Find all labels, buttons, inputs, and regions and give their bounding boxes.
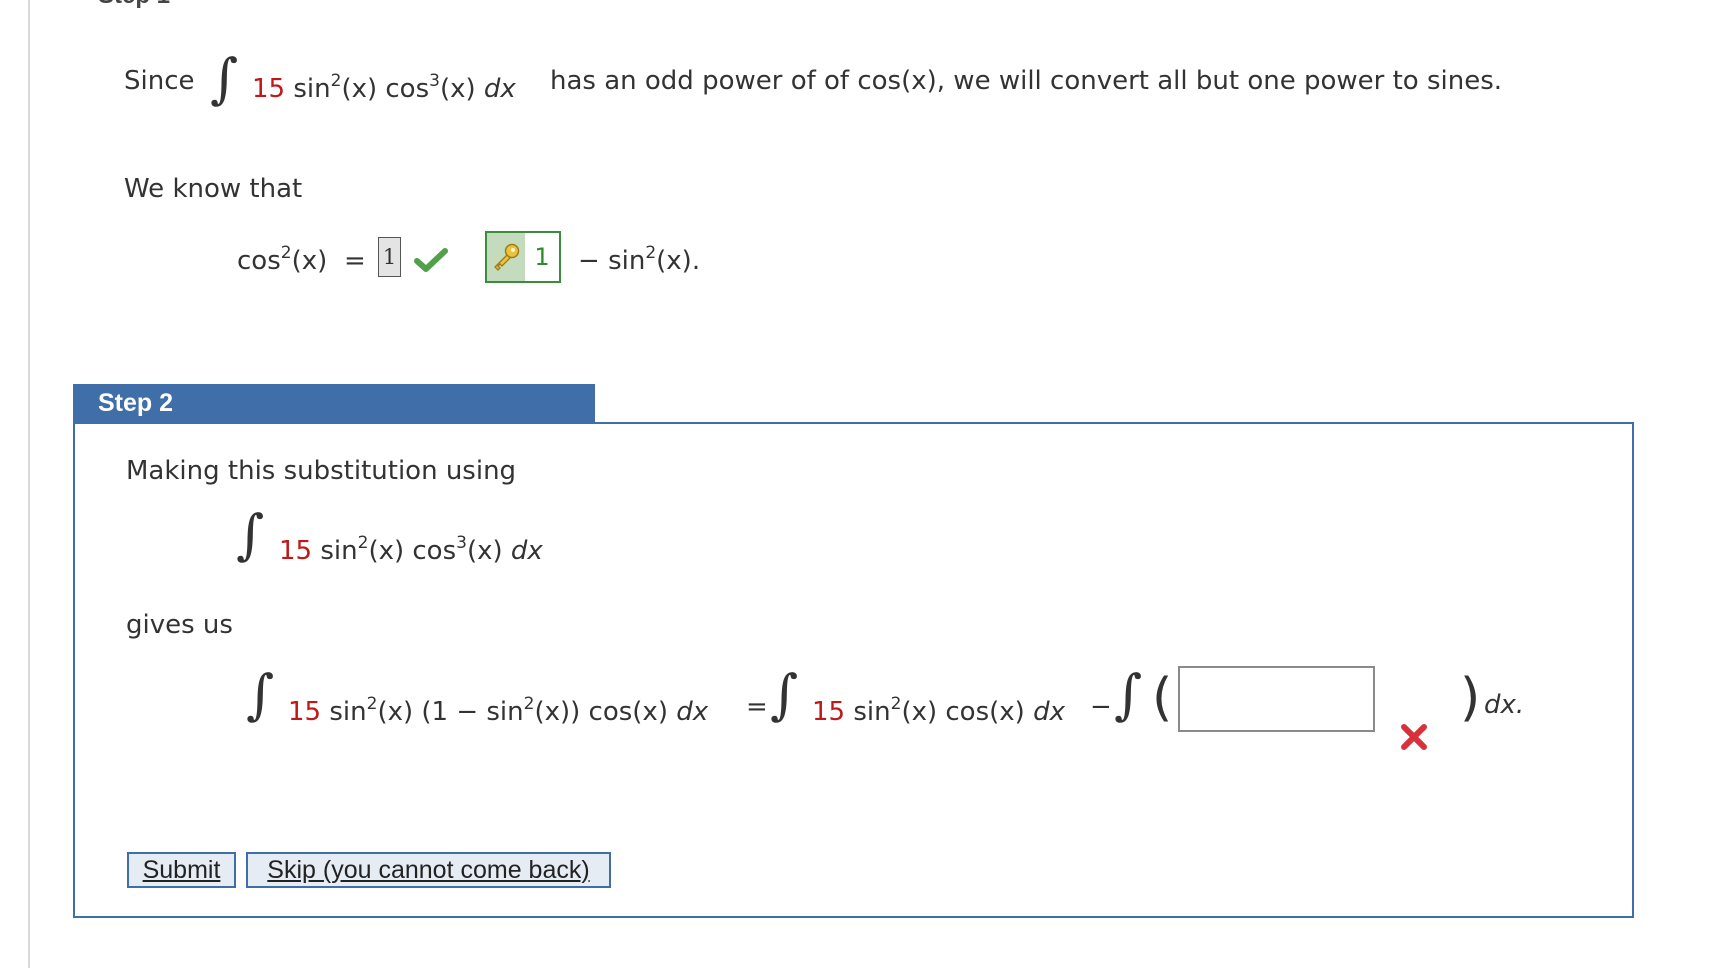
step2-panel: [73, 422, 1634, 918]
integral-sign: ∫: [236, 503, 265, 566]
equation-lhs: 15 sin2(x) (1 − sin2(x)) cos(x) dx: [288, 694, 709, 728]
gives-us-label: gives us: [126, 610, 233, 640]
correct-answer-key-box: 1: [485, 231, 561, 283]
integral-sign: ∫: [1114, 663, 1143, 726]
step1-integral-expression: 15 sin2(x) cos3(x) dx: [252, 71, 516, 105]
equation-middle: 15 sin2(x) cos(x) dx: [812, 694, 1065, 728]
integral-sign: ∫: [770, 663, 799, 726]
step2-integral-expression: 15 sin2(x) cos3(x) dx: [279, 533, 543, 567]
identity-equals: =: [344, 246, 366, 276]
step2-title: Step 2: [98, 389, 174, 417]
integral-sign: ∫: [210, 47, 239, 110]
integral-sign: ∫: [246, 663, 275, 726]
identity-rhs: − sin2(x).: [578, 243, 701, 277]
left-margin-rule: [28, 0, 30, 968]
close-paren: ): [1460, 668, 1481, 728]
x-mark-icon: [1400, 723, 1428, 755]
key-answer-value: 1: [534, 243, 550, 271]
step1-title: Step 1: [98, 0, 170, 10]
skip-button[interactable]: Skip (you cannot come back): [246, 852, 611, 888]
equation-minus: −: [1090, 692, 1112, 722]
since-label: Since: [124, 66, 195, 96]
integral-coefficient: 15: [812, 697, 846, 727]
step1-explanation: has an odd power of of cos(x), we will c…: [550, 66, 1503, 96]
submitted-answer-box: 1: [378, 237, 401, 277]
check-icon: [414, 247, 448, 277]
answer-input[interactable]: [1178, 666, 1375, 732]
equation-equals: =: [746, 692, 768, 722]
step2-header: Step 2: [73, 384, 595, 422]
tail-dx: dx.: [1484, 690, 1525, 720]
open-paren: (: [1152, 668, 1173, 728]
identity-lhs: cos2(x): [237, 243, 328, 277]
substitution-text: Making this substitution using: [126, 456, 517, 486]
integral-coefficient: 15: [288, 697, 322, 727]
integral-coefficient: 15: [252, 74, 286, 104]
submit-button[interactable]: Submit: [127, 852, 236, 888]
we-know-label: We know that: [124, 174, 303, 204]
key-icon: [487, 233, 525, 281]
integral-coefficient: 15: [279, 536, 313, 566]
